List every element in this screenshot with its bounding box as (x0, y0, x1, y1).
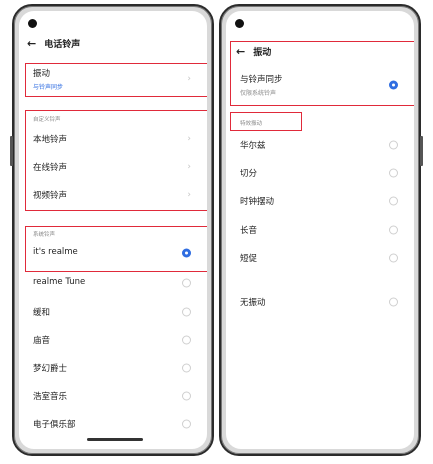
front-camera (235, 19, 244, 28)
radio-icon[interactable] (182, 419, 191, 429)
effect-row[interactable]: 华尔兹 (240, 139, 404, 151)
radio-icon[interactable] (389, 297, 398, 307)
effect-label: 长音 (240, 226, 258, 236)
ringtone-row[interactable]: 庙音 (33, 334, 197, 346)
ringtone-label: 缓和 (33, 308, 51, 318)
volume-button (10, 136, 13, 166)
radio-icon[interactable] (182, 278, 191, 288)
page-title: 电话铃声 (44, 39, 81, 50)
highlight-box (25, 110, 207, 211)
effect-row[interactable]: 长音 (240, 224, 404, 236)
ringtone-header: ← 电话铃声 (27, 35, 80, 51)
highlight-box (230, 112, 302, 131)
effect-row[interactable]: 时钟摆动 (240, 195, 404, 207)
effect-label: 时钟摆动 (240, 197, 275, 207)
radio-icon[interactable] (389, 225, 398, 235)
ringtone-label: 庙音 (33, 336, 51, 346)
no-vibration-label: 无振动 (240, 298, 266, 308)
highlight-box (230, 41, 414, 106)
ringtone-label: 梦幻爵士 (33, 364, 68, 374)
ringtone-row[interactable]: realme Tune (33, 277, 197, 289)
radio-icon[interactable] (389, 168, 398, 178)
ringtone-row[interactable]: 梦幻爵士 (33, 362, 197, 374)
ringtone-row[interactable]: 电子俱乐部 (33, 418, 197, 430)
ringtone-label: 电子俱乐部 (33, 420, 76, 430)
ringtone-screen: ← 电话铃声 振动 与铃声同步 › 自定义铃声 本地铃声 › 在线铃声 › 视频… (19, 11, 207, 449)
effect-label: 短促 (240, 254, 258, 264)
radio-icon[interactable] (182, 363, 191, 373)
ringtone-label: 浩室音乐 (33, 392, 68, 402)
home-indicator[interactable] (87, 438, 143, 441)
radio-icon[interactable] (182, 391, 191, 401)
effect-row[interactable]: 短促 (240, 252, 404, 264)
phone-right: ← 振动 与铃声同步 仅限系统铃声 特效振动 华尔兹 切分 时钟摆动 长音 短促 (219, 4, 423, 456)
highlight-box (25, 226, 207, 272)
radio-icon[interactable] (182, 307, 191, 317)
ringtone-row[interactable]: 浩室音乐 (33, 390, 197, 402)
highlight-box (25, 63, 207, 97)
back-arrow-icon[interactable]: ← (27, 38, 36, 49)
radio-icon[interactable] (389, 253, 398, 263)
radio-icon[interactable] (182, 335, 191, 345)
effect-label: 华尔兹 (240, 141, 266, 151)
ringtone-row[interactable]: 缓和 (33, 306, 197, 318)
radio-icon[interactable] (389, 140, 398, 150)
no-vibration-row[interactable]: 无振动 (240, 296, 404, 308)
power-button (420, 136, 423, 166)
phone-left: ← 电话铃声 振动 与铃声同步 › 自定义铃声 本地铃声 › 在线铃声 › 视频… (10, 4, 214, 456)
vibration-screen: ← 振动 与铃声同步 仅限系统铃声 特效振动 华尔兹 切分 时钟摆动 长音 短促 (226, 11, 414, 449)
front-camera (28, 19, 37, 28)
effect-row[interactable]: 切分 (240, 167, 404, 179)
ringtone-label: realme Tune (33, 277, 86, 287)
effect-label: 切分 (240, 169, 258, 179)
radio-icon[interactable] (389, 196, 398, 206)
